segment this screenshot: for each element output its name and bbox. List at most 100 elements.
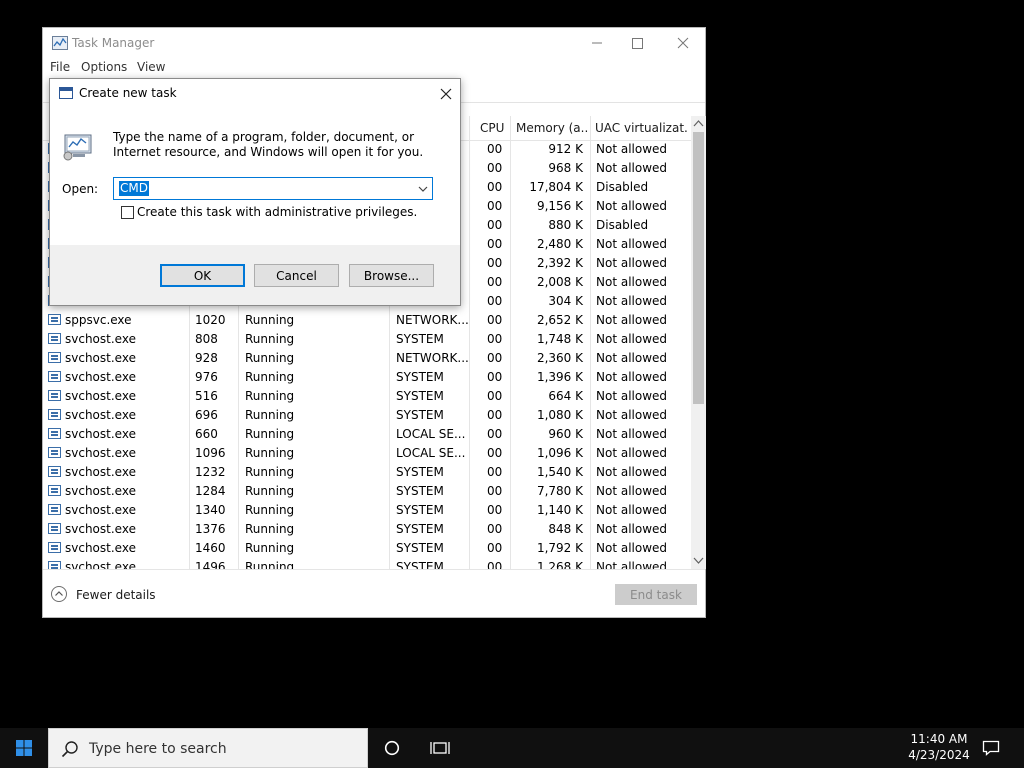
run-icon <box>59 87 73 99</box>
table-row[interactable]: svchost.exe 660 Running LOCAL SE... 00 960 K N… <box>43 425 691 444</box>
table-row[interactable]: svchost.exe 1096 Running LOCAL SE... 00 1,096… <box>43 444 691 463</box>
process-memory: 1,268 K <box>536 560 583 569</box>
process-cpu: 00 <box>487 161 503 175</box>
process-cpu: 00 <box>487 180 503 194</box>
table-row[interactable]: svchost.exe 1376 Running SYSTEM 00 848 K Not a… <box>43 520 691 539</box>
process-status: Running <box>245 541 295 555</box>
process-uac: Not allowed <box>596 408 668 422</box>
process-cpu: 00 <box>487 370 503 384</box>
process-uac: Not allowed <box>596 484 668 498</box>
fewer-details-link[interactable]: Fewer details <box>76 588 156 602</box>
title-bar[interactable]: Task Manager <box>43 28 705 58</box>
process-memory: 1,140 K <box>536 503 583 517</box>
scroll-up-icon[interactable] <box>693 119 704 128</box>
process-uac: Not allowed <box>596 275 668 289</box>
process-memory: 2,392 K <box>536 256 583 270</box>
process-uac: Not allowed <box>596 465 668 479</box>
process-icon <box>48 314 61 325</box>
taskbar-clock[interactable]: 11:40 AM 4/23/2024 <box>900 731 978 763</box>
table-row[interactable]: svchost.exe 1232 Running SYSTEM 00 1,540 K Not… <box>43 463 691 482</box>
chevron-up-icon[interactable] <box>51 586 67 602</box>
taskbar-search-box[interactable]: Type here to search <box>48 728 368 768</box>
process-uac: Not allowed <box>596 427 668 441</box>
table-row[interactable]: svchost.exe 808 Running SYSTEM 00 1,748 K Not … <box>43 330 691 349</box>
process-icon <box>48 371 61 382</box>
open-combobox[interactable]: CMD <box>113 177 433 200</box>
notification-icon[interactable] <box>982 739 1000 757</box>
process-pid: 1340 <box>195 503 226 517</box>
process-uac: Not allowed <box>596 332 668 346</box>
process-user: SYSTEM <box>396 484 444 498</box>
process-cpu: 00 <box>487 427 503 441</box>
process-status: Running <box>245 503 295 517</box>
process-memory: 9,156 K <box>536 199 583 213</box>
task-view-icon[interactable] <box>430 739 450 757</box>
table-row[interactable]: svchost.exe 1460 Running SYSTEM 00 1,792 K Not… <box>43 539 691 558</box>
process-status: Running <box>245 465 295 479</box>
process-memory: 960 K <box>548 427 583 441</box>
chevron-down-icon[interactable] <box>417 183 429 195</box>
table-row[interactable]: svchost.exe 1340 Running SYSTEM 00 1,140 K Not… <box>43 501 691 520</box>
admin-privileges-label[interactable]: Create this task with administrative pri… <box>137 205 417 219</box>
admin-privileges-checkbox[interactable] <box>121 206 134 219</box>
table-row[interactable]: svchost.exe 696 Running SYSTEM 00 1,080 K Not … <box>43 406 691 425</box>
process-cpu: 00 <box>487 332 503 346</box>
menu-view[interactable]: View <box>137 60 165 74</box>
process-name: svchost.exe <box>65 370 136 384</box>
process-memory: 1,396 K <box>536 370 583 384</box>
process-uac: Not allowed <box>596 351 668 365</box>
process-cpu: 00 <box>487 294 503 308</box>
process-cpu: 00 <box>487 560 503 569</box>
ok-button[interactable]: OK <box>160 264 245 287</box>
end-task-button[interactable]: End task <box>615 584 697 605</box>
process-icon <box>48 352 61 363</box>
process-memory: 880 K <box>548 218 583 232</box>
process-status: Running <box>245 351 295 365</box>
process-name: svchost.exe <box>65 332 136 346</box>
column-memory[interactable]: Memory (a... <box>516 121 588 135</box>
process-memory: 664 K <box>548 389 583 403</box>
maximize-icon[interactable] <box>625 32 649 54</box>
process-uac: Not allowed <box>596 199 668 213</box>
process-icon <box>48 466 61 477</box>
table-row[interactable]: svchost.exe 1496 Running SYSTEM 00 1,268 K Not… <box>43 558 691 569</box>
menu-options[interactable]: Options <box>81 60 127 74</box>
process-status: Running <box>245 446 295 460</box>
close-icon[interactable] <box>434 84 458 104</box>
column-cpu[interactable]: CPU <box>480 121 504 135</box>
process-name: svchost.exe <box>65 503 136 517</box>
table-row[interactable]: svchost.exe 928 Running NETWORK... 00 2,360 K… <box>43 349 691 368</box>
cancel-button[interactable]: Cancel <box>254 264 339 287</box>
clock-date: 4/23/2024 <box>908 748 970 762</box>
process-memory: 1,540 K <box>536 465 583 479</box>
process-name: svchost.exe <box>65 541 136 555</box>
process-memory: 1,096 K <box>536 446 583 460</box>
process-cpu: 00 <box>487 484 503 498</box>
process-user: SYSTEM <box>396 522 444 536</box>
table-row[interactable]: svchost.exe 976 Running SYSTEM 00 1,396 K Not … <box>43 368 691 387</box>
close-icon[interactable] <box>671 32 695 54</box>
windows-start-icon[interactable] <box>0 728 48 768</box>
menu-file[interactable]: File <box>50 60 70 74</box>
scroll-down-icon[interactable] <box>693 556 704 565</box>
table-row[interactable]: svchost.exe 516 Running SYSTEM 00 664 K Not al… <box>43 387 691 406</box>
process-name: svchost.exe <box>65 427 136 441</box>
table-row[interactable]: svchost.exe 1284 Running SYSTEM 00 7,780 K Not… <box>43 482 691 501</box>
process-uac: Disabled <box>596 180 649 194</box>
open-input[interactable]: CMD <box>119 181 149 196</box>
process-name: svchost.exe <box>65 465 136 479</box>
column-uac[interactable]: UAC virtualizat... <box>595 121 687 135</box>
minimize-icon[interactable] <box>585 32 609 54</box>
process-status: Running <box>245 332 295 346</box>
process-name: svchost.exe <box>65 351 136 365</box>
browse-button[interactable]: Browse... <box>349 264 434 287</box>
process-user: NETWORK... <box>396 351 469 365</box>
run-program-icon <box>63 134 92 161</box>
table-row[interactable]: sppsvc.exe 1020 Running NETWORK... 00 2,652 K… <box>43 311 691 330</box>
process-icon <box>48 485 61 496</box>
process-pid: 696 <box>195 408 218 422</box>
scrollbar-thumb[interactable] <box>693 132 704 404</box>
cortana-icon[interactable] <box>384 740 400 756</box>
process-pid: 808 <box>195 332 218 346</box>
process-memory: 1,748 K <box>536 332 583 346</box>
